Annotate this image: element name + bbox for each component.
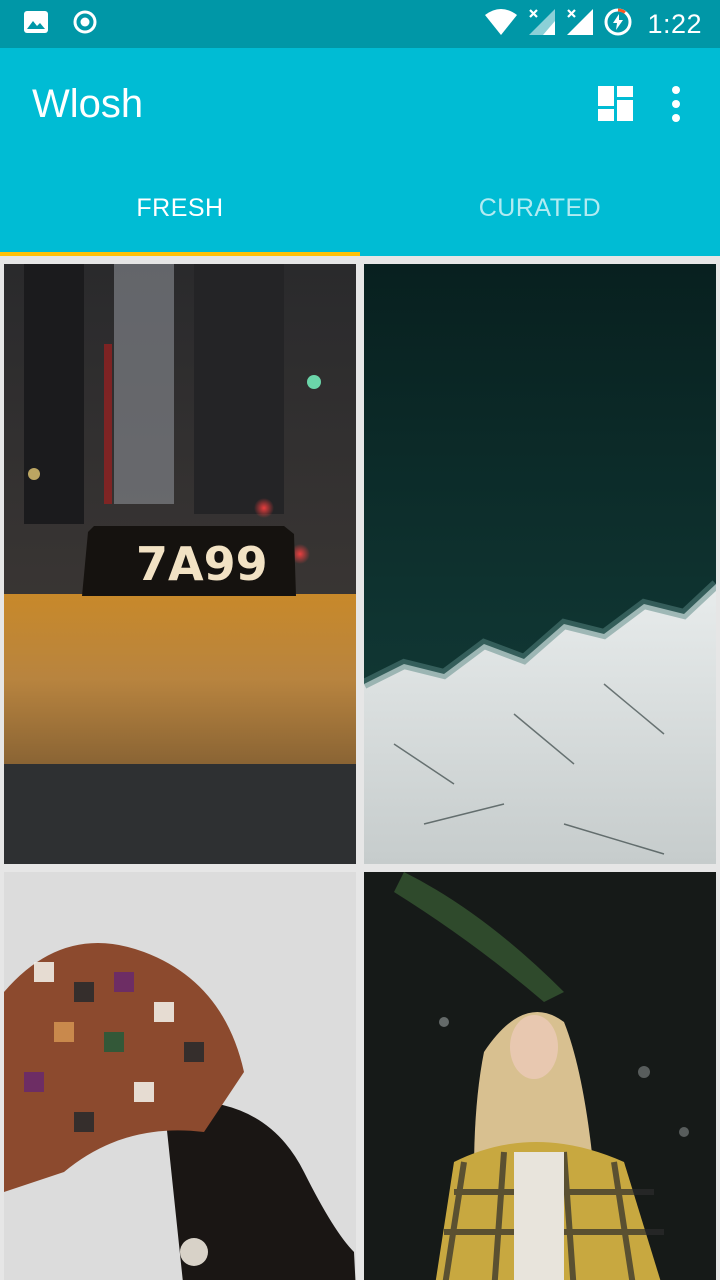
photo-card[interactable] xyxy=(364,872,716,1280)
wifi-icon xyxy=(483,7,519,42)
photo-card[interactable]: 7A99 xyxy=(4,264,356,864)
ice-water-photo xyxy=(364,264,716,864)
record-icon xyxy=(72,9,98,40)
status-right-icons: 1:22 xyxy=(483,6,702,42)
gallery-icon xyxy=(22,8,50,41)
app-bar: Wlosh FRESH CURATED xyxy=(0,48,720,256)
taxi-photo: 7A99 xyxy=(4,264,356,864)
signal-no-sim-icon xyxy=(527,7,557,42)
tab-bar: FRESH CURATED xyxy=(0,160,720,256)
status-left-icons xyxy=(22,10,98,38)
photo-card[interactable] xyxy=(364,264,716,864)
taxi-sign-text: 7A99 xyxy=(136,537,268,591)
photo-card[interactable] xyxy=(4,872,356,1280)
status-time: 1:22 xyxy=(647,8,702,39)
more-vert-icon xyxy=(672,86,680,122)
app-title: Wlosh xyxy=(32,82,144,126)
layout-toggle-button[interactable] xyxy=(596,84,636,124)
tab-fresh[interactable]: FRESH xyxy=(0,160,360,256)
dashboard-layout-icon xyxy=(598,86,633,121)
battery-charging-icon xyxy=(603,7,633,42)
photo-grid: 7A99 xyxy=(0,256,720,1280)
tab-curated[interactable]: CURATED xyxy=(360,160,720,256)
plaid-coat-photo xyxy=(364,872,716,1280)
more-options-button[interactable] xyxy=(660,84,692,124)
headwrap-photo xyxy=(4,872,356,1280)
signal-no-sim-icon xyxy=(565,7,595,42)
status-bar: 1:22 xyxy=(0,0,720,48)
